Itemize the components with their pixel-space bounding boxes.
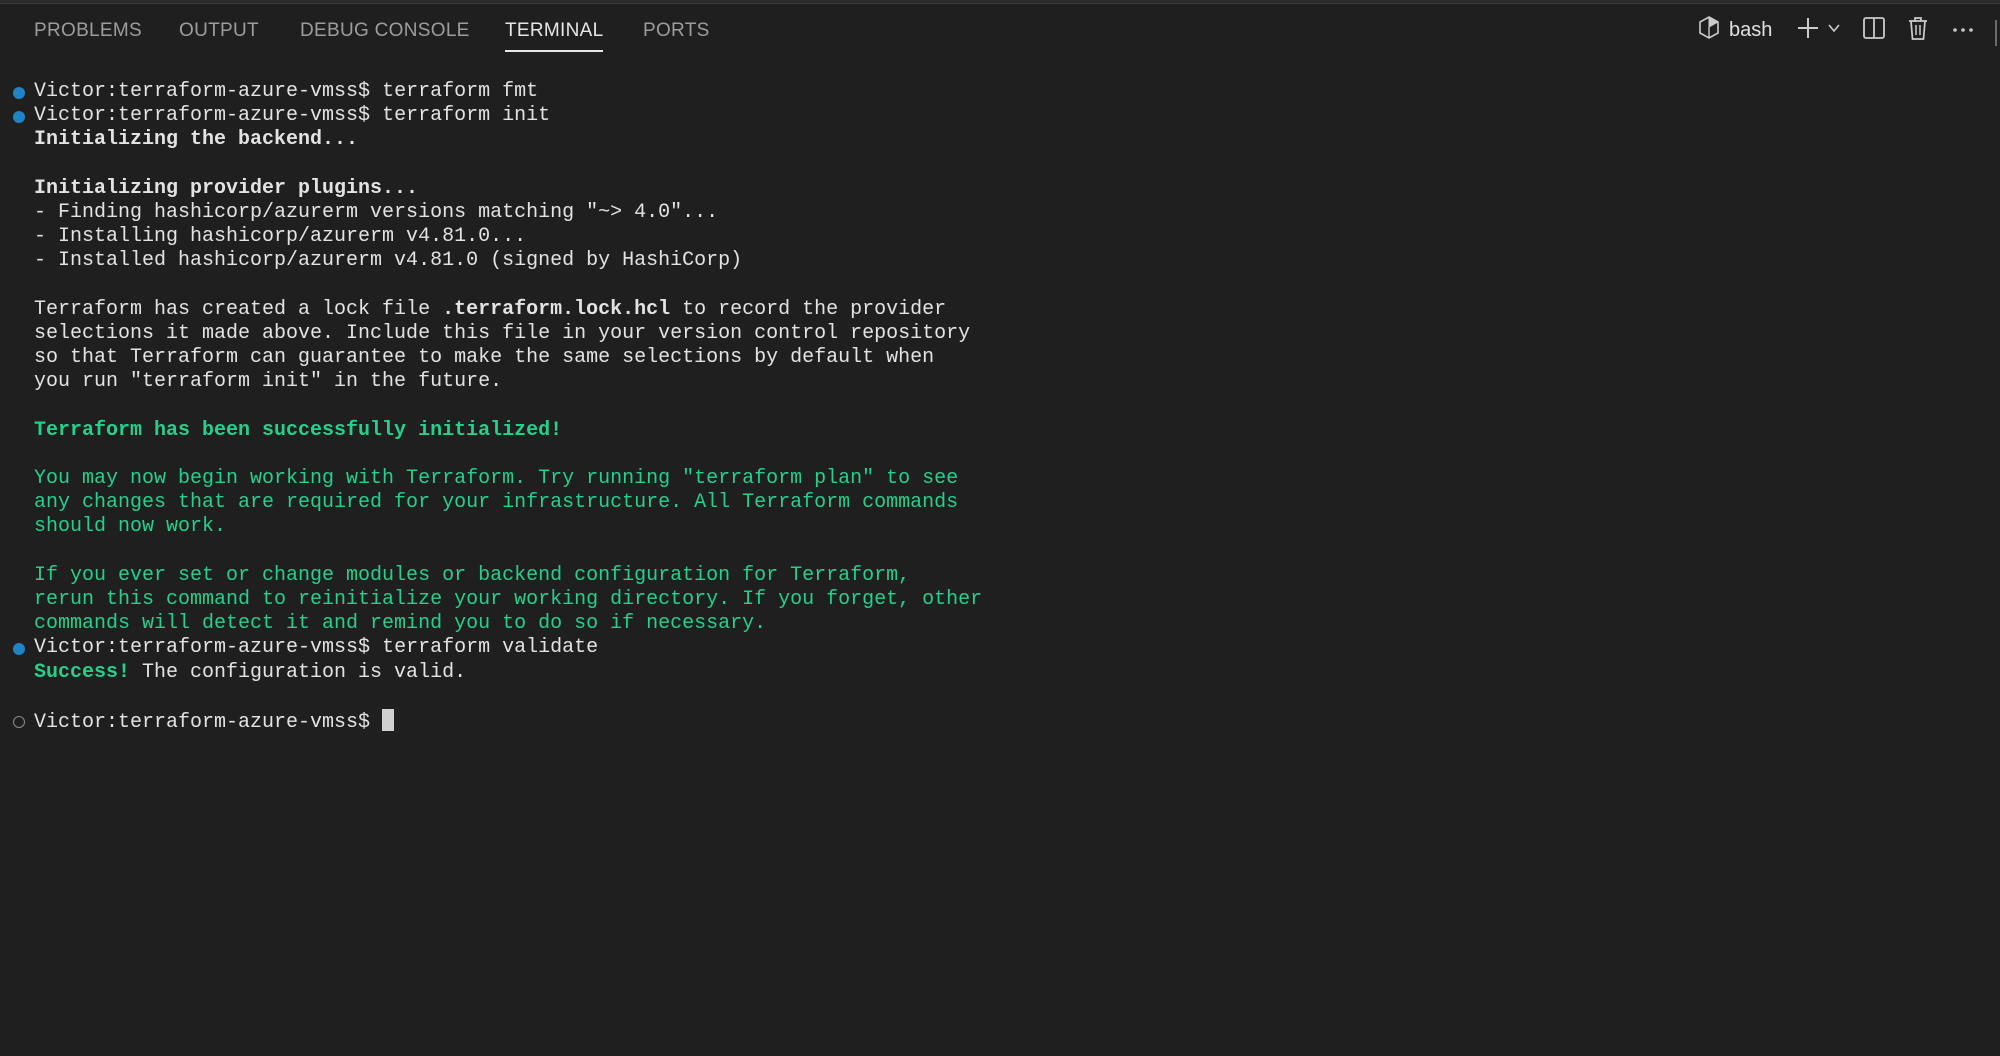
- terminal-line: - Installed hashicorp/azurerm v4.81.0 (s…: [34, 249, 743, 273]
- command-text: terraform validate: [382, 636, 599, 660]
- terminal-line: commands will detect it and remind you t…: [34, 612, 767, 636]
- terminal-line: you run "terraform init" in the future.: [34, 370, 503, 394]
- kill-terminal-button[interactable]: [1903, 4, 1933, 56]
- terminal-toolbar: bash: [0, 4, 2000, 56]
- panel-edge-divider: [1995, 20, 1997, 46]
- terminal-line: Victor:terraform-azure-vmss$ terraform v…: [0, 636, 2000, 660]
- terminal-line: rerun this command to reinitialize your …: [34, 587, 983, 611]
- new-terminal-button[interactable]: [1793, 4, 1823, 56]
- shell-selector-button[interactable]: bash: [1697, 4, 1807, 56]
- plus-icon: [1796, 16, 1820, 45]
- terminal-line: - Installing hashicorp/azurerm v4.81.0..…: [34, 225, 527, 249]
- lock-file-name: .terraform.lock.hcl: [442, 297, 671, 321]
- more-actions-button[interactable]: [1948, 4, 1978, 56]
- terminal-profiles-dropdown[interactable]: [1822, 4, 1846, 56]
- terminal-line: Initializing the backend...: [34, 128, 359, 152]
- prompt: Victor:terraform-azure-vmss$: [34, 80, 371, 103]
- ellipsis-icon: [1952, 21, 1974, 39]
- terminal-line: Victor:terraform-azure-vmss$ terraform i…: [0, 104, 2000, 128]
- terminal-output[interactable]: Victor:terraform-azure-vmss$ terraform f…: [0, 80, 2000, 734]
- split-terminal-icon: [1862, 16, 1886, 45]
- terminal-line: If you ever set or change modules or bac…: [34, 563, 911, 587]
- terminal-line: so that Terraform can guarantee to make …: [34, 346, 935, 370]
- pending-command-decoration[interactable]: [13, 715, 25, 728]
- chevron-down-icon: [1826, 20, 1842, 41]
- terminal-line: selections it made above. Include this f…: [34, 321, 971, 345]
- success-label: Success!: [34, 660, 131, 684]
- shell-label: bash: [1729, 18, 1773, 41]
- terminal-line: any changes that are required for your i…: [34, 491, 959, 515]
- terminal-line: Initializing provider plugins...: [34, 176, 419, 200]
- terminal-line: You may now begin working with Terraform…: [34, 467, 959, 490]
- command-text: terraform fmt: [382, 80, 539, 103]
- text-cursor: [382, 708, 395, 731]
- terminal-active-prompt-line[interactable]: Victor:terraform-azure-vmss$: [0, 708, 2000, 734]
- prompt: Victor:terraform-azure-vmss$: [34, 104, 371, 128]
- prompt: Victor:terraform-azure-vmss$: [34, 636, 371, 660]
- text-segment: The configuration is valid.: [130, 660, 467, 684]
- terminal-line: - Finding hashicorp/azurerm versions mat…: [34, 200, 719, 224]
- command-success-decoration[interactable]: [13, 87, 25, 99]
- terminal-line: Victor:terraform-azure-vmss$ terraform f…: [0, 80, 2000, 104]
- terminal-line: Terraform has been successfully initiali…: [34, 418, 563, 442]
- terminal-shell-icon: [1697, 15, 1721, 46]
- prompt: Victor:terraform-azure-vmss$: [34, 710, 371, 734]
- trash-icon: [1906, 15, 1930, 46]
- command-success-decoration[interactable]: [13, 111, 25, 124]
- text-segment: Terraform has created a lock file: [34, 297, 443, 321]
- text-segment: to record the provider: [670, 297, 947, 321]
- terminal-line: Success! The configuration is valid.: [0, 661, 2000, 685]
- terminal-line: should now work.: [34, 515, 227, 539]
- split-terminal-button[interactable]: [1859, 4, 1889, 56]
- command-text: terraform init: [382, 104, 551, 128]
- terminal-line: Terraform has created a lock file .terra…: [0, 298, 2000, 322]
- command-success-decoration[interactable]: [13, 643, 25, 656]
